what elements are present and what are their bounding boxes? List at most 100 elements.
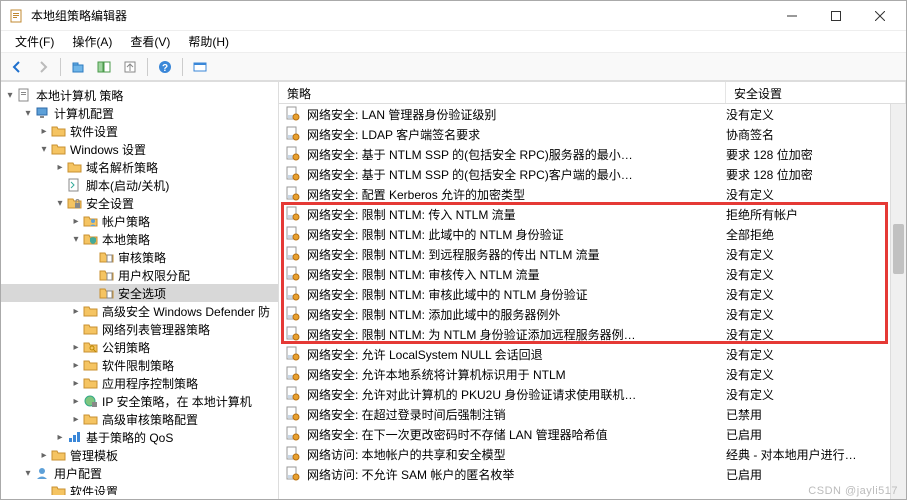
expand-icon[interactable]: ▾ [69, 234, 83, 245]
up-button[interactable] [66, 56, 90, 78]
vertical-scrollbar[interactable] [890, 104, 906, 499]
tree-item[interactable]: ▾本地策略 [1, 230, 278, 248]
tree-item[interactable]: ▸IP 安全策略，在 本地计算机 [1, 392, 278, 410]
tree-label: 计算机配置 [54, 105, 114, 122]
list-row[interactable]: 网络安全: 在超过登录时间后强制注销已禁用 [279, 404, 906, 424]
list-row[interactable]: 网络安全: 限制 NTLM: 添加此域中的服务器例外没有定义 [279, 304, 906, 324]
tree-item[interactable]: 脚本(启动/关机) [1, 176, 278, 194]
watermark: CSDN @jayli517 [808, 485, 898, 497]
list-row[interactable]: 网络安全: 在下一次更改密码时不存储 LAN 管理器哈希值已启用 [279, 424, 906, 444]
menu-item[interactable]: 查看(V) [122, 31, 178, 52]
tree-item[interactable]: 用户权限分配 [1, 266, 278, 284]
column-header-policy[interactable]: 策略 [279, 82, 726, 103]
list-row[interactable]: 网络安全: 限制 NTLM: 为 NTLM 身份验证添加远程服务器例…没有定义 [279, 324, 906, 344]
tree-item[interactable]: ▸帐户策略 [1, 212, 278, 230]
list-row[interactable]: 网络安全: LAN 管理器身份验证级别没有定义 [279, 104, 906, 124]
list-header: 策略 安全设置 [279, 82, 906, 104]
policy-icon [285, 126, 301, 142]
tree-root[interactable]: ▾本地计算机 策略 [1, 86, 278, 104]
policy-setting: 没有定义 [726, 346, 900, 363]
list-row[interactable]: 网络访问: 本地帐户的共享和安全模型经典 - 对本地用户进行… [279, 444, 906, 464]
view-button[interactable] [188, 56, 212, 78]
tree-item[interactable]: ▸应用程序控制策略 [1, 374, 278, 392]
expand-icon[interactable]: ▸ [69, 396, 83, 407]
tree-label: 网络列表管理器策略 [102, 321, 210, 338]
tree-item[interactable]: ▾ 计算机配置 [1, 104, 278, 122]
expand-icon[interactable]: ▸ [69, 216, 83, 227]
forward-button[interactable] [31, 56, 55, 78]
tree-item[interactable]: 审核策略 [1, 248, 278, 266]
list-row[interactable]: 网络安全: 限制 NTLM: 审核传入 NTLM 流量没有定义 [279, 264, 906, 284]
tree-item[interactable]: 安全选项 [1, 284, 278, 302]
expand-icon[interactable]: ▸ [69, 306, 83, 317]
list-row[interactable]: 网络安全: 基于 NTLM SSP 的(包括安全 RPC)服务器的最小…要求 1… [279, 144, 906, 164]
policy-setting: 没有定义 [726, 246, 900, 263]
list-row[interactable]: 网络安全: 限制 NTLM: 到远程服务器的传出 NTLM 流量没有定义 [279, 244, 906, 264]
tree-label: 域名解析策略 [86, 159, 158, 176]
expand-icon[interactable]: ▸ [69, 378, 83, 389]
list-row[interactable]: 网络安全: 限制 NTLM: 审核此域中的 NTLM 身份验证没有定义 [279, 284, 906, 304]
window-controls [770, 2, 902, 30]
toolbar: ? [1, 53, 906, 81]
list-row[interactable]: 网络安全: 配置 Kerberos 允许的加密类型没有定义 [279, 184, 906, 204]
tree-label: 软件限制策略 [102, 357, 174, 374]
minimize-button[interactable] [770, 2, 814, 30]
expand-icon[interactable]: ▾ [3, 90, 17, 101]
tree-item[interactable]: ▸基于策略的 QoS [1, 428, 278, 446]
tree-item[interactable]: 网络列表管理器策略 [1, 320, 278, 338]
list-row[interactable]: 网络访问: 不允许 SAM 帐户的匿名枚举已启用 [279, 464, 906, 484]
expand-icon[interactable]: ▸ [37, 126, 51, 137]
tree-item[interactable]: ▾安全设置 [1, 194, 278, 212]
list-row[interactable]: 网络安全: 允许本地系统将计算机标识用于 NTLM没有定义 [279, 364, 906, 384]
expand-icon[interactable]: ▸ [69, 414, 83, 425]
list-row[interactable]: 网络安全: 限制 NTLM: 传入 NTLM 流量拒绝所有帐户 [279, 204, 906, 224]
column-header-setting[interactable]: 安全设置 [726, 82, 906, 103]
expand-icon[interactable]: ▸ [69, 360, 83, 371]
list-row[interactable]: 网络安全: LDAP 客户端签名要求协商签名 [279, 124, 906, 144]
tree-item[interactable]: ▸高级安全 Windows Defender 防 [1, 302, 278, 320]
expand-icon[interactable]: ▸ [53, 432, 67, 443]
list-row[interactable]: 网络安全: 限制 NTLM: 此域中的 NTLM 身份验证全部拒绝 [279, 224, 906, 244]
list-row[interactable]: 网络安全: 允许 LocalSystem NULL 会话回退没有定义 [279, 344, 906, 364]
policy-icon [285, 166, 301, 182]
maximize-button[interactable] [814, 2, 858, 30]
tree-label: 审核策略 [118, 249, 166, 266]
tree-label: 管理模板 [70, 447, 118, 464]
list-row[interactable]: 网络安全: 允许对此计算机的 PKU2U 身份验证请求使用联机…没有定义 [279, 384, 906, 404]
list-row[interactable]: 网络安全: 基于 NTLM SSP 的(包括安全 RPC)客户端的最小…要求 1… [279, 164, 906, 184]
export-button[interactable] [118, 56, 142, 78]
tree-item[interactable]: ▸ 域名解析策略 [1, 158, 278, 176]
policy-setting: 拒绝所有帐户 [726, 206, 900, 223]
scroll-thumb[interactable] [893, 224, 904, 274]
policy-setting: 没有定义 [726, 106, 900, 123]
expand-icon[interactable]: ▾ [53, 198, 67, 209]
menu-item[interactable]: 文件(F) [7, 31, 62, 52]
menu-item[interactable]: 操作(A) [64, 31, 120, 52]
policy-setting: 已启用 [726, 466, 900, 483]
expand-icon[interactable]: ▸ [69, 342, 83, 353]
expand-icon[interactable]: ▸ [37, 450, 51, 461]
folder-doc-icon [99, 250, 115, 264]
expand-icon[interactable]: ▸ [53, 162, 67, 173]
policy-setting: 要求 128 位加密 [726, 166, 900, 183]
close-button[interactable] [858, 2, 902, 30]
tree-item[interactable]: 软件设置 [1, 482, 278, 495]
menu-item[interactable]: 帮助(H) [180, 31, 237, 52]
help-button[interactable]: ? [153, 56, 177, 78]
policy-icon [285, 306, 301, 322]
folder-user-icon [83, 214, 99, 228]
expand-icon[interactable]: ▾ [21, 468, 35, 479]
tree-item[interactable]: ▾用户配置 [1, 464, 278, 482]
tree-item[interactable]: ▸ 软件限制策略 [1, 356, 278, 374]
folder-lock-icon [67, 196, 83, 210]
tree-item[interactable]: ▾Windows 设置 [1, 140, 278, 158]
show-hide-tree-button[interactable] [92, 56, 116, 78]
tree-item[interactable]: ▸高级审核策略配置 [1, 410, 278, 428]
expand-icon[interactable]: ▾ [21, 108, 35, 119]
expand-icon[interactable]: ▾ [37, 144, 51, 155]
tree-item[interactable]: ▸公钥策略 [1, 338, 278, 356]
tree-item[interactable]: ▸ 管理模板 [1, 446, 278, 464]
policy-name: 网络安全: LAN 管理器身份验证级别 [307, 106, 726, 123]
back-button[interactable] [5, 56, 29, 78]
tree-item[interactable]: ▸软件设置 [1, 122, 278, 140]
